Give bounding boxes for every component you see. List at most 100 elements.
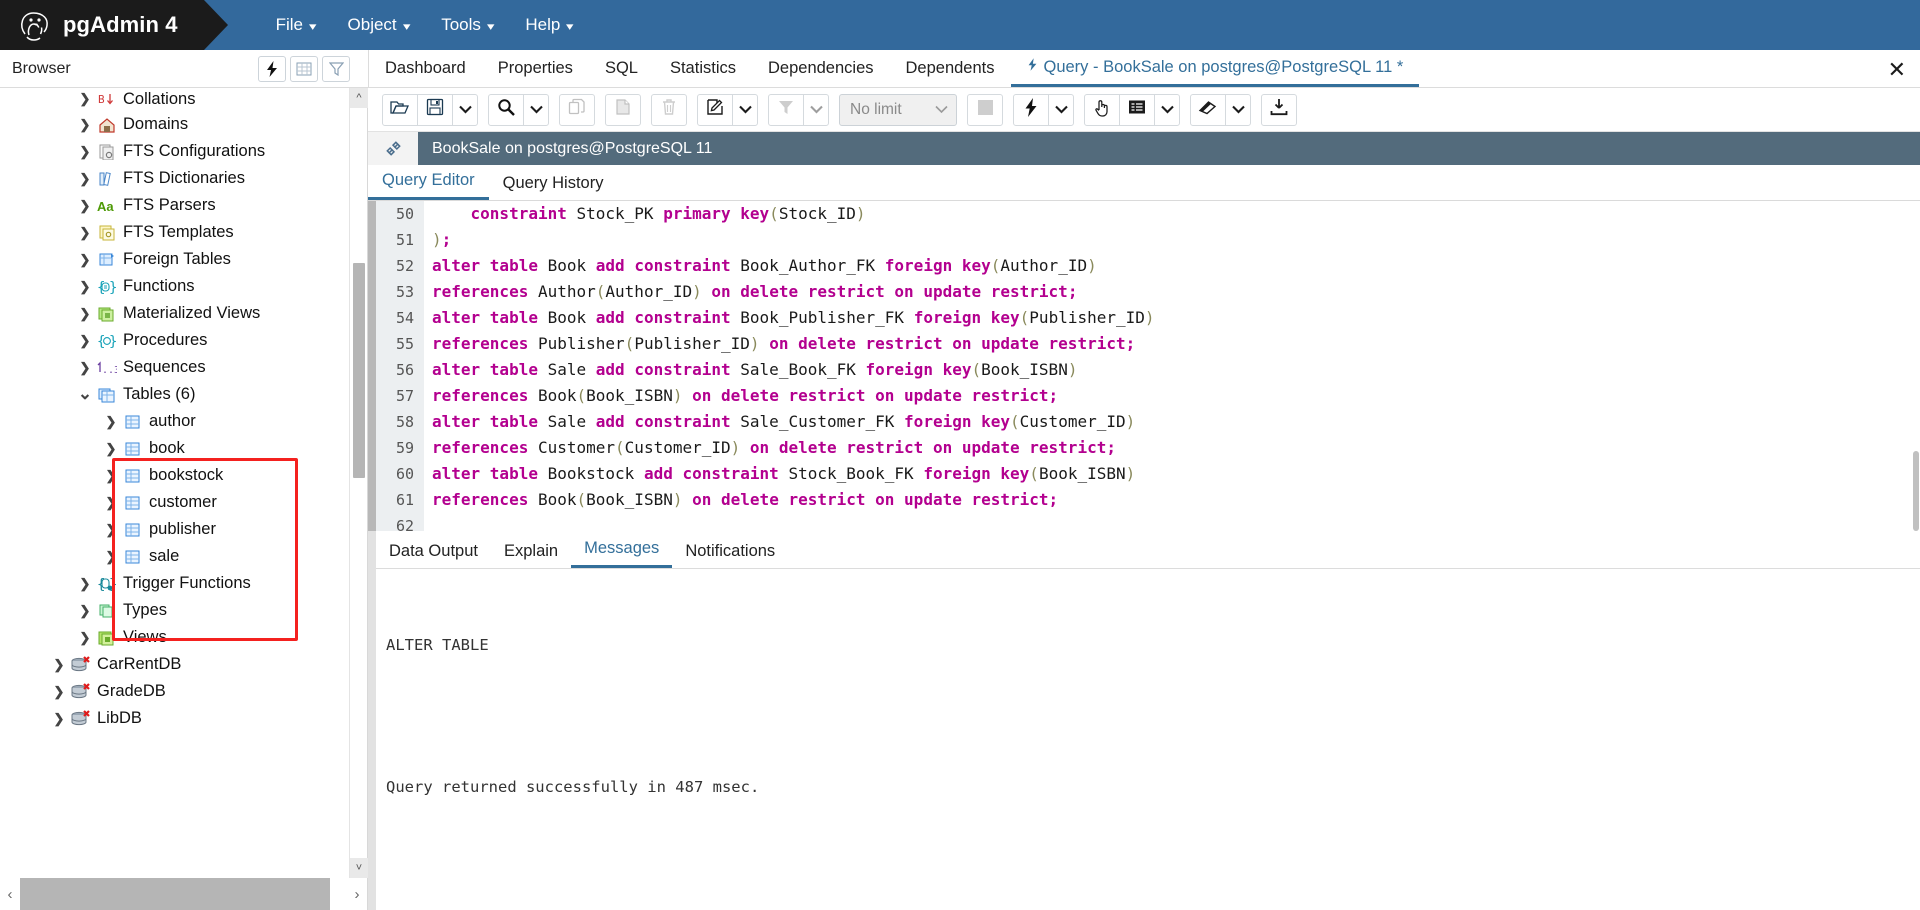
find-options-dropdown[interactable] [523, 93, 549, 126]
filter-button[interactable] [322, 55, 350, 82]
execute-button[interactable] [1013, 93, 1049, 126]
chevron-right-icon[interactable]: ❯ [74, 171, 96, 187]
menu-file[interactable]: File ▾ [260, 9, 332, 41]
find-button[interactable] [488, 93, 524, 126]
scroll-up-button[interactable]: ^ [350, 88, 368, 108]
scroll-left-button[interactable]: ‹ [0, 878, 20, 910]
tree-item-types[interactable]: ❯ Types [0, 597, 349, 624]
explain-button[interactable] [1084, 93, 1120, 126]
tree-item-carrentdb[interactable]: ❯ CarRentDB [0, 651, 349, 678]
chevron-right-icon[interactable]: ❯ [74, 306, 96, 322]
tree-horizontal-scrollbar[interactable]: ‹ › [0, 878, 367, 910]
chevron-right-icon[interactable]: ❯ [100, 549, 122, 565]
tab-dependents[interactable]: Dependents [890, 50, 1011, 87]
chevron-right-icon[interactable]: ❯ [100, 441, 122, 457]
scroll-down-button[interactable]: ˅ [350, 858, 368, 878]
chevron-right-icon[interactable]: ❯ [48, 684, 70, 700]
chevron-right-icon[interactable]: ❯ [74, 360, 96, 376]
open-file-button[interactable] [382, 93, 418, 126]
chevron-right-icon[interactable]: ❯ [74, 225, 96, 241]
download-button[interactable] [1261, 93, 1297, 126]
tab-dashboard[interactable]: Dashboard [369, 50, 482, 87]
tab-explain[interactable]: Explain [491, 542, 571, 568]
tree-item-publisher[interactable]: ❯ publisher [0, 516, 349, 543]
chevron-right-icon[interactable]: ❯ [48, 711, 70, 727]
tree-item-fts-dictionaries[interactable]: ❯ FTS Dictionaries [0, 165, 349, 192]
menu-object[interactable]: Object ▾ [332, 9, 426, 41]
tree-item-sale[interactable]: ❯ sale [0, 543, 349, 570]
tree-item-foreign-tables[interactable]: ❯ Foreign Tables [0, 246, 349, 273]
editor-scroll-thumb[interactable] [1913, 451, 1919, 531]
chevron-right-icon[interactable]: ❯ [74, 333, 96, 349]
tab-data-output[interactable]: Data Output [376, 542, 491, 568]
scroll-thumb[interactable] [353, 263, 365, 478]
tab-dependencies[interactable]: Dependencies [752, 50, 890, 87]
chevron-right-icon[interactable]: ❯ [74, 279, 96, 295]
tree-item-tables-6[interactable]: ⌄ Tables (6) [0, 381, 349, 408]
tree-item-customer[interactable]: ❯ customer [0, 489, 349, 516]
chevron-right-icon[interactable]: ❯ [74, 603, 96, 619]
chevron-right-icon[interactable]: ❯ [74, 117, 96, 133]
chevron-right-icon[interactable]: ❯ [74, 91, 96, 107]
connection-label: BookSale on postgres@PostgreSQL 11 [432, 139, 713, 157]
chevron-down-icon[interactable]: ⌄ [74, 385, 96, 402]
tab-query-history[interactable]: Query History [489, 174, 618, 200]
menu-tools[interactable]: Tools ▾ [425, 9, 509, 41]
tree-item-sequences[interactable]: ❯ ..3 Sequences [0, 354, 349, 381]
save-file-button[interactable] [417, 93, 453, 126]
chevron-right-icon[interactable]: ❯ [74, 630, 96, 646]
chevron-right-icon[interactable]: ❯ [100, 414, 122, 430]
tab-query-editor[interactable]: Query Editor [368, 171, 489, 200]
tree-item-bookstock[interactable]: ❯ bookstock [0, 462, 349, 489]
chevron-right-icon[interactable]: ❯ [48, 657, 70, 673]
tree-item-libdb[interactable]: ❯ LibDB [0, 705, 349, 732]
clear-button[interactable] [1190, 93, 1226, 126]
chevron-right-icon[interactable]: ❯ [74, 144, 96, 160]
scroll-right-button[interactable]: › [347, 878, 367, 910]
tree-item-author[interactable]: ❯ author [0, 408, 349, 435]
tab-messages[interactable]: Messages [571, 539, 673, 568]
save-options-dropdown[interactable] [452, 93, 478, 126]
object-grid-button[interactable] [290, 55, 318, 82]
tree-item-domains[interactable]: ❯ Domains [0, 111, 349, 138]
tree-vertical-scrollbar[interactable]: ^ ˅ [349, 88, 368, 878]
tree-item-fts-parsers[interactable]: ❯ Aa FTS Parsers [0, 192, 349, 219]
chevron-right-icon[interactable]: ❯ [100, 522, 122, 538]
tree-item-fts-configurations[interactable]: ❯ FTS Configurations [0, 138, 349, 165]
tree-item-views[interactable]: ❯ Views [0, 624, 349, 651]
tree-item-collations[interactable]: ❯ B Collations [0, 88, 349, 111]
sql-editor[interactable]: 50 51 52 53 54 55 56 57 58 59 60 61 62 constraint St… [368, 201, 1920, 531]
menu-help[interactable]: Help ▾ [509, 9, 589, 41]
tab-statistics[interactable]: Statistics [654, 50, 752, 87]
chevron-right-icon[interactable]: ❯ [100, 495, 122, 511]
explain-analyze-button[interactable] [1119, 93, 1155, 126]
chevron-right-icon[interactable]: ❯ [74, 576, 96, 592]
tree-item-gradedb[interactable]: ❯ GradeDB [0, 678, 349, 705]
tab-query-booksale[interactable]: Query - BookSale on postgres@PostgreSQL … [1010, 50, 1420, 87]
magnifier-icon [497, 98, 515, 121]
explain-dropdown[interactable] [1154, 93, 1180, 126]
tree-item-fts-templates[interactable]: ❯ FTS Templates [0, 219, 349, 246]
tree-item-trigger-functions[interactable]: ❯{} Trigger Functions [0, 570, 349, 597]
chevron-right-icon[interactable]: ❯ [100, 468, 122, 484]
close-icon[interactable]: ✕ [1888, 59, 1906, 81]
chevron-right-icon[interactable]: ❯ [74, 252, 96, 268]
tree-item-functions[interactable]: ❯{} Functions [0, 273, 349, 300]
tree-item-procedures[interactable]: ❯{} Procedures [0, 327, 349, 354]
edit-button[interactable] [697, 93, 733, 126]
execute-dropdown[interactable] [1048, 93, 1074, 126]
hscroll-track[interactable] [20, 878, 347, 910]
editor-vertical-scrollbar[interactable] [1912, 201, 1920, 531]
row-limit-select[interactable]: No limit [839, 93, 957, 126]
tab-properties[interactable]: Properties [482, 50, 589, 87]
tree-item-book[interactable]: ❯ book [0, 435, 349, 462]
quick-search-button[interactable] [258, 55, 286, 82]
clear-dropdown[interactable] [1225, 93, 1251, 126]
sql-code-text[interactable]: constraint Stock_PK primary key(Stock_ID… [424, 201, 1920, 531]
edit-dropdown[interactable] [732, 93, 758, 126]
chevron-right-icon[interactable]: ❯ [74, 198, 96, 214]
hscroll-thumb[interactable] [20, 878, 330, 910]
tree-item-materialized-views[interactable]: ❯ Materialized Views [0, 300, 349, 327]
tab-notifications[interactable]: Notifications [672, 542, 788, 568]
tab-sql[interactable]: SQL [589, 50, 654, 87]
